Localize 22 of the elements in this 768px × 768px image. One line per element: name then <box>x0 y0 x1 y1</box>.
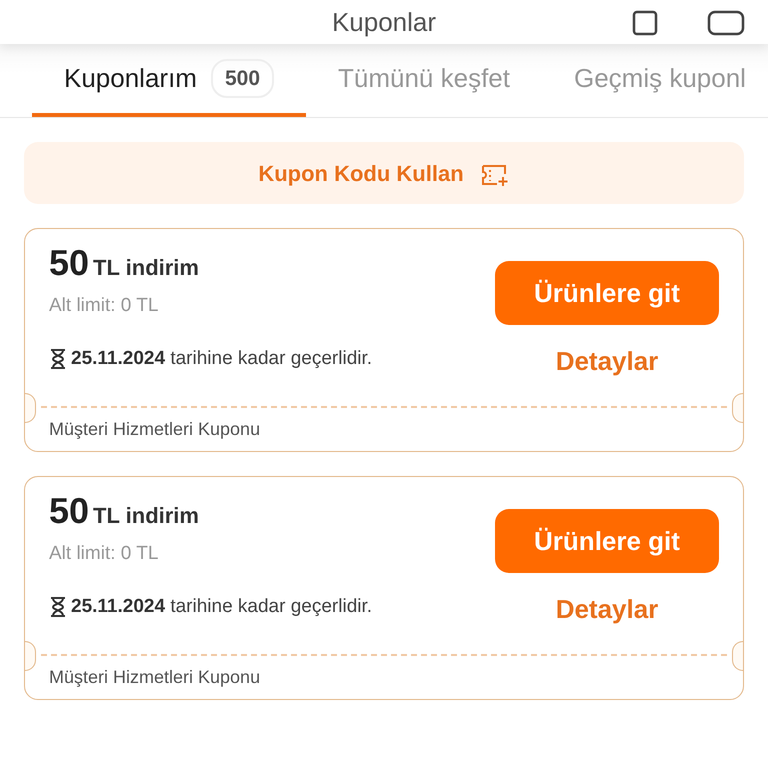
minimum-limit: Alt limit: 0 TL <box>49 294 160 318</box>
minimum-limit: Alt limit: 0 TL <box>49 542 160 566</box>
details-link[interactable]: Detaylar <box>550 341 664 382</box>
validity-text: 25.11.2024 tarihine kadar geçerlidir. <box>71 594 372 618</box>
discount-label: TL indirim <box>93 502 199 530</box>
coupon-source: Müşteri Hizmetleri Kuponu <box>49 419 260 439</box>
coupon-source: Müşteri Hizmetleri Kuponu <box>49 667 260 687</box>
tab[interactable]: Tümünü keşfet <box>306 44 542 117</box>
hourglass-icon <box>49 594 67 619</box>
count-badge: 500 <box>210 58 274 98</box>
tab[interactable]: Kuponlarım 500 <box>32 44 306 117</box>
details-link[interactable]: Detaylar <box>550 589 664 630</box>
discount-label: TL indirim <box>93 254 199 282</box>
hourglass-icon <box>49 346 67 371</box>
validity-text: 25.11.2024 tarihine kadar geçerlidir. <box>71 346 372 370</box>
discount-amount: 50 <box>49 493 90 529</box>
go-to-products-button[interactable]: Ürünlere git <box>495 261 719 325</box>
tab[interactable]: Geçmiş kuponl <box>542 44 768 117</box>
page-title: Kuponlar <box>332 6 436 38</box>
discount-amount: 50 <box>49 245 90 281</box>
go-to-products-button[interactable]: Ürünlere git <box>495 509 719 573</box>
coupon-code-button[interactable]: Kupon Kodu Kullan <box>24 142 744 204</box>
